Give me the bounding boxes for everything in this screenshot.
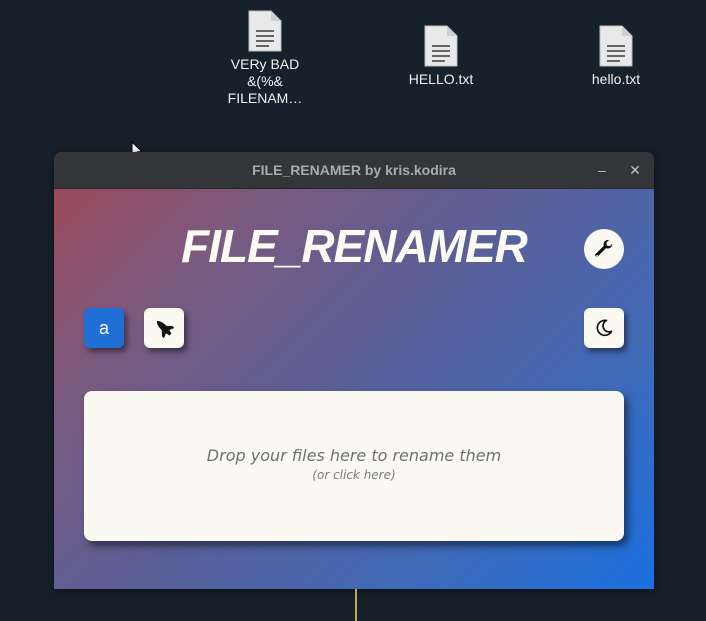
window-titlebar[interactable]: FILE_RENAMER by kris.kodira – ✕	[54, 152, 654, 189]
app-heading: FILE_RENAMER	[181, 220, 528, 272]
lowercase-mode-button[interactable]: a	[84, 308, 124, 348]
desktop-file-hello-txt[interactable]: hello.txt	[566, 25, 666, 88]
settings-button[interactable]	[584, 229, 624, 269]
desktop-file-very-bad-filename[interactable]: VERy BAD &(%& FILENAM…	[215, 10, 315, 107]
dropzone-instruction: Drop your files here to rename them	[206, 446, 502, 465]
dark-mode-toggle[interactable]	[584, 308, 624, 348]
vertical-guide-line	[355, 589, 357, 621]
text-file-icon	[248, 10, 282, 52]
dropzone-hint: (or click here)	[312, 468, 396, 482]
minimize-button[interactable]: –	[592, 160, 612, 180]
desktop-file-HELLO-txt[interactable]: HELLO.txt	[391, 25, 491, 88]
window-title: FILE_RENAMER by kris.kodira	[252, 162, 456, 178]
desktop: VERy BAD &(%& FILENAM… HELLO.txt hello.t…	[0, 0, 706, 621]
text-file-icon	[599, 25, 633, 67]
moon-icon	[596, 319, 613, 337]
desktop-file-label: HELLO.txt	[408, 71, 474, 87]
desktop-file-label: VERy BAD &(%& FILENAM…	[227, 56, 303, 106]
launch-button[interactable]	[144, 308, 184, 348]
desktop-file-label: hello.txt	[591, 71, 641, 87]
file-dropzone[interactable]: Drop your files here to rename them (or …	[84, 391, 624, 541]
close-button[interactable]: ✕	[625, 160, 645, 180]
file-renamer-window: FILE_RENAMER by kris.kodira – ✕ FILE_REN…	[54, 152, 654, 589]
app-content: FILE_RENAMER a Drop your files here to r…	[54, 189, 654, 589]
wrench-icon	[595, 239, 613, 257]
text-file-icon	[424, 25, 458, 67]
space-shuttle-icon	[156, 320, 175, 339]
